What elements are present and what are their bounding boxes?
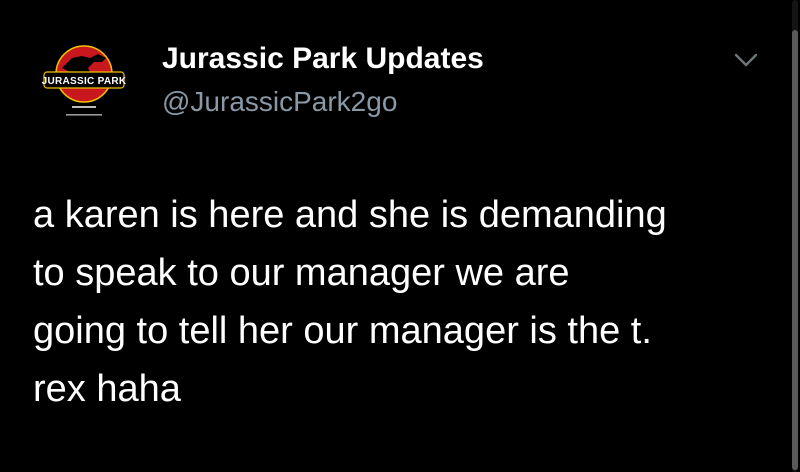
tweet-text: a karen is here and she is demanding to … <box>33 186 763 418</box>
tweet-text-line: rex haha <box>33 368 181 410</box>
author-handle[interactable]: @JurassicPark2go <box>162 86 484 118</box>
avatar[interactable]: JURASSIC PARK <box>28 28 140 140</box>
tweet-menu-button[interactable] <box>728 46 764 74</box>
chevron-down-icon <box>734 53 758 67</box>
author-display-name[interactable]: Jurassic Park Updates <box>162 42 484 76</box>
author-info: Jurassic Park Updates @JurassicPark2go <box>162 42 484 118</box>
tweet-card: JURASSIC PARK Jurassic Park Updates @Jur… <box>0 0 800 472</box>
tweet-text-line: to speak to our manager we are <box>33 252 570 294</box>
scrollbar-thumb[interactable] <box>792 30 798 470</box>
tweet-text-line: a karen is here and she is demanding <box>33 194 667 236</box>
svg-text:JURASSIC PARK: JURASSIC PARK <box>42 76 127 87</box>
tweet-text-line: going to tell her our manager is the t. <box>33 310 652 352</box>
scrollbar-track[interactable] <box>792 0 798 472</box>
jurassic-park-logo-icon: JURASSIC PARK <box>42 45 127 116</box>
